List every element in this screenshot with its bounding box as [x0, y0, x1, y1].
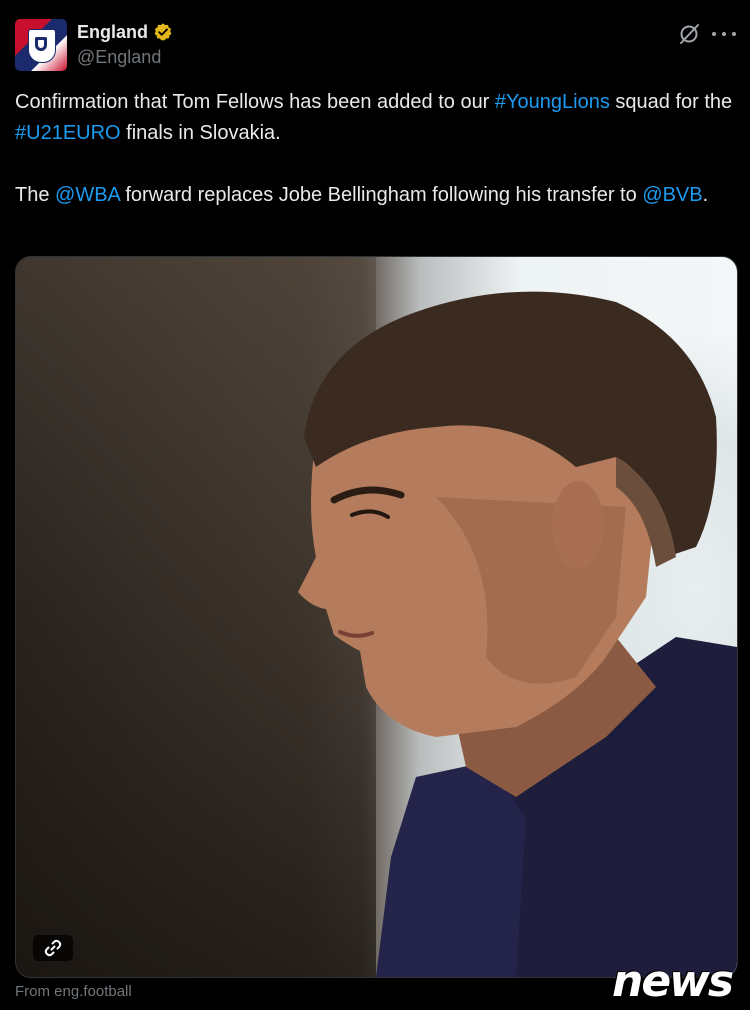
player-portrait	[298, 291, 737, 977]
name-row: England	[77, 20, 173, 44]
account-handle[interactable]: @England	[77, 47, 161, 68]
verified-badge-icon	[154, 23, 172, 41]
link-chip[interactable]	[33, 935, 73, 961]
tweet-header: England @England	[15, 17, 737, 73]
hashtag-link[interactable]: #U21EURO	[15, 122, 121, 144]
mention-link[interactable]: @WBA	[55, 184, 120, 206]
account-name[interactable]: England	[77, 22, 148, 43]
more-icon[interactable]	[712, 22, 736, 46]
hashtag-link[interactable]: #YoungLions	[495, 91, 610, 113]
tweet-text: Confirmation that Tom Fellows has been a…	[15, 87, 735, 211]
more-dot	[712, 32, 716, 36]
mention-link[interactable]: @BVB	[642, 184, 702, 206]
watermark-text: news	[612, 956, 734, 1007]
more-dot	[722, 32, 726, 36]
link-source[interactable]: From eng.football	[15, 983, 132, 1000]
tweet-media-photo[interactable]	[15, 256, 738, 978]
link-icon	[44, 939, 62, 957]
tweet-paragraph: The @WBA forward replaces Jobe Bellingha…	[15, 184, 709, 206]
news-watermark: news	[612, 958, 744, 1006]
grok-icon[interactable]	[677, 22, 701, 46]
avatar[interactable]	[15, 19, 67, 71]
three-lions-crest-icon	[28, 29, 56, 63]
tweet-paragraph: Confirmation that Tom Fellows has been a…	[15, 91, 733, 144]
more-dot	[732, 32, 736, 36]
